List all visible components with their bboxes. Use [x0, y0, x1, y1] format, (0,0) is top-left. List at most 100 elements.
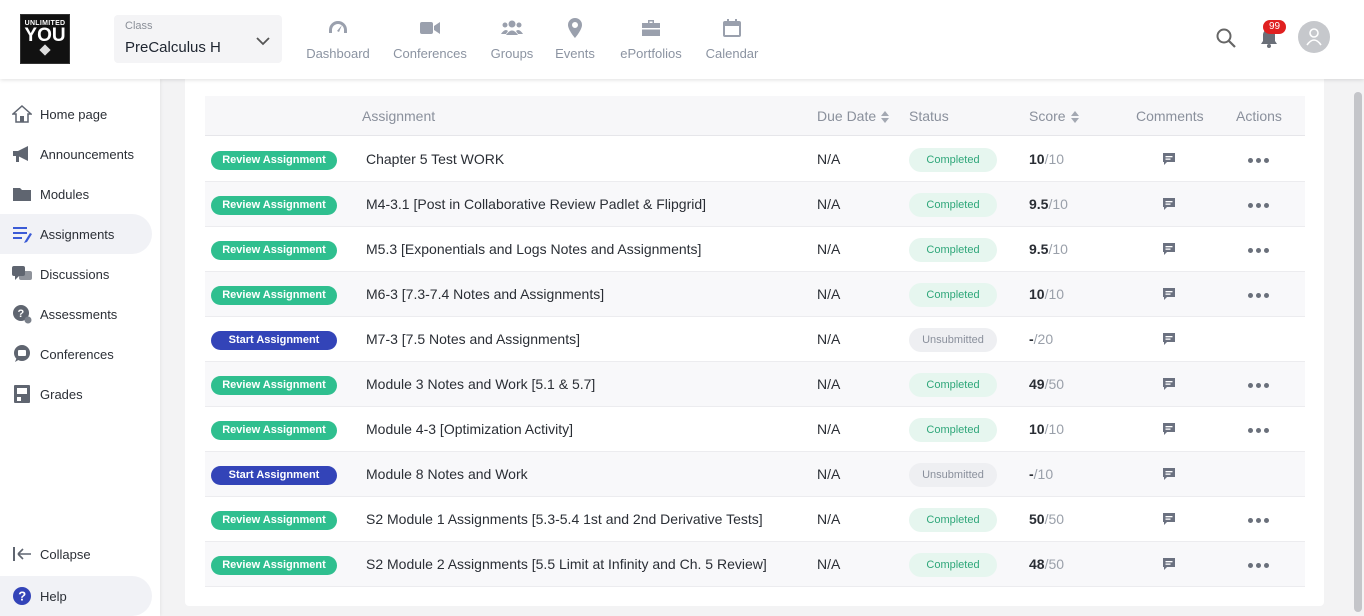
- assignment-name-link[interactable]: S2 Module 1 Assignments [5.3-5.4 1st and…: [366, 511, 763, 527]
- score-value: 9.5: [1029, 241, 1049, 257]
- score: 10/10: [1029, 286, 1064, 302]
- sidebar-item-label: Grades: [40, 386, 83, 402]
- video-camera-icon: [420, 22, 440, 34]
- sidebar-item-label: Home page: [40, 106, 108, 122]
- sidebar-item-discussions[interactable]: Discussions: [0, 254, 152, 294]
- sidebar-item-assessments[interactable]: ? Assessments: [0, 294, 152, 334]
- more-actions-icon[interactable]: [1248, 293, 1272, 299]
- assignments-card: Assignment Due Date Status Score Comment…: [185, 74, 1324, 606]
- comment-icon[interactable]: [1162, 512, 1176, 526]
- due-date: N/A: [817, 556, 841, 572]
- score-total: /10: [1044, 151, 1065, 167]
- review-assignment-button[interactable]: Review Assignment: [211, 556, 337, 575]
- more-actions-icon[interactable]: [1248, 158, 1272, 164]
- score: -/20: [1029, 331, 1053, 347]
- score-total: /10: [1048, 196, 1068, 212]
- score-total: /10: [1048, 241, 1068, 257]
- assignment-name-link[interactable]: M7-3 [7.5 Notes and Assignments]: [366, 331, 580, 347]
- table-row: Review Assignment S2 Module 1 Assignments…: [205, 497, 1305, 542]
- class-selector[interactable]: Class PreCalculus H: [114, 15, 282, 63]
- more-actions-icon[interactable]: [1248, 203, 1272, 209]
- assignment-name-link[interactable]: M5.3 [Exponentials and Logs Notes and As…: [366, 241, 701, 257]
- review-assignment-button[interactable]: Review Assignment: [211, 151, 337, 170]
- assignment-name-link[interactable]: M4-3.1 [Post in Collaborative Review Pad…: [366, 196, 706, 212]
- comment-icon[interactable]: [1162, 152, 1176, 166]
- start-assignment-button[interactable]: Start Assignment: [211, 331, 337, 350]
- discussion-icon: [12, 266, 32, 280]
- review-assignment-button[interactable]: Review Assignment: [211, 286, 337, 305]
- sidebar-item-home[interactable]: Home page: [0, 94, 152, 134]
- assignment-name-link[interactable]: M6-3 [7.3-7.4 Notes and Assignments]: [366, 286, 604, 302]
- comment-icon[interactable]: [1162, 557, 1176, 571]
- help-button[interactable]: ? Help: [0, 576, 152, 616]
- assessment-icon: ?: [13, 305, 32, 324]
- more-actions-icon[interactable]: [1248, 248, 1272, 254]
- notification-badge: 99: [1263, 20, 1287, 34]
- status-badge: Completed: [909, 508, 997, 532]
- table-row: Review Assignment S2 Module 2 Assignments…: [205, 542, 1305, 587]
- comment-icon[interactable]: [1162, 377, 1176, 391]
- score-value: 10: [1029, 151, 1045, 167]
- review-assignment-button[interactable]: Review Assignment: [211, 241, 337, 260]
- score-value: 10: [1029, 286, 1045, 302]
- comment-icon[interactable]: [1162, 242, 1176, 256]
- scrollbar-thumb[interactable]: [1354, 92, 1362, 612]
- search-icon[interactable]: [1216, 28, 1236, 48]
- more-actions-icon[interactable]: [1248, 383, 1272, 389]
- assignment-name-link[interactable]: Module 4-3 [Optimization Activity]: [366, 421, 573, 437]
- comment-icon[interactable]: [1162, 332, 1176, 346]
- due-date: N/A: [817, 196, 841, 212]
- comment-icon[interactable]: [1162, 467, 1176, 481]
- more-actions-icon[interactable]: [1248, 563, 1272, 569]
- collapse-button[interactable]: Collapse: [0, 534, 152, 574]
- review-assignment-button[interactable]: Review Assignment: [211, 376, 337, 395]
- nav-dashboard[interactable]: Dashboard: [306, 16, 370, 61]
- chat-bubble-icon: [14, 345, 30, 362]
- comment-icon[interactable]: [1162, 197, 1176, 211]
- sidebar-item-label: Conferences: [40, 346, 114, 362]
- comment-icon[interactable]: [1162, 287, 1176, 301]
- nav-conferences-label: Conferences: [393, 46, 467, 61]
- review-assignment-button[interactable]: Review Assignment: [211, 196, 337, 215]
- sidebar-item-grades[interactable]: Grades: [0, 374, 152, 414]
- score-total: /50: [1044, 511, 1065, 527]
- status-badge: Completed: [909, 238, 997, 262]
- header-due-date[interactable]: Due Date: [817, 108, 890, 124]
- more-actions-icon[interactable]: [1248, 428, 1272, 434]
- nav-groups[interactable]: Groups: [490, 16, 534, 61]
- nav-calendar[interactable]: Calendar: [705, 16, 759, 61]
- avatar[interactable]: [1298, 21, 1330, 53]
- collapse-label: Collapse: [40, 546, 91, 562]
- sidebar: Home page Announcements Modules Assignme…: [0, 79, 160, 616]
- assignment-name-link[interactable]: Module 3 Notes and Work [5.1 & 5.7]: [366, 376, 595, 392]
- sidebar-item-assignments[interactable]: Assignments: [0, 214, 152, 254]
- table-row: Review Assignment M5.3 [Exponentials and …: [205, 227, 1305, 272]
- nav-events[interactable]: Events: [555, 16, 595, 61]
- nav-conferences[interactable]: Conferences: [393, 16, 467, 61]
- assignment-name-link[interactable]: Module 8 Notes and Work: [366, 466, 528, 482]
- nav-eportfolios[interactable]: ePortfolios: [618, 16, 684, 61]
- assignment-name-link[interactable]: Chapter 5 Test WORK: [366, 151, 504, 167]
- score: 50/50: [1029, 511, 1064, 527]
- assignment-name-link[interactable]: S2 Module 2 Assignments [5.5 Limit at In…: [366, 556, 767, 572]
- sidebar-item-modules[interactable]: Modules: [0, 174, 152, 214]
- sort-icon: [881, 111, 890, 124]
- sidebar-item-conferences[interactable]: Conferences: [0, 334, 152, 374]
- sidebar-item-announcements[interactable]: Announcements: [0, 134, 152, 174]
- header-score[interactable]: Score: [1029, 108, 1079, 124]
- table-row: Review Assignment Module 4-3 [Optimizatio…: [205, 407, 1305, 452]
- school-logo[interactable]: UNLIMITED YOU: [20, 14, 70, 64]
- comment-icon[interactable]: [1162, 422, 1176, 436]
- review-assignment-button[interactable]: Review Assignment: [211, 421, 337, 440]
- nav-events-label: Events: [555, 46, 595, 61]
- class-selector-caption: Class: [125, 20, 153, 32]
- table-row: Review Assignment M4-3.1 [Post in Collabo…: [205, 182, 1305, 227]
- review-assignment-button[interactable]: Review Assignment: [211, 511, 337, 530]
- assignment-icon: [13, 227, 32, 243]
- more-actions-icon[interactable]: [1248, 518, 1272, 524]
- due-date: N/A: [817, 331, 841, 347]
- home-icon: [12, 105, 32, 123]
- status-badge: Completed: [909, 553, 997, 577]
- start-assignment-button[interactable]: Start Assignment: [211, 466, 337, 485]
- sidebar-item-label: Assessments: [40, 306, 118, 322]
